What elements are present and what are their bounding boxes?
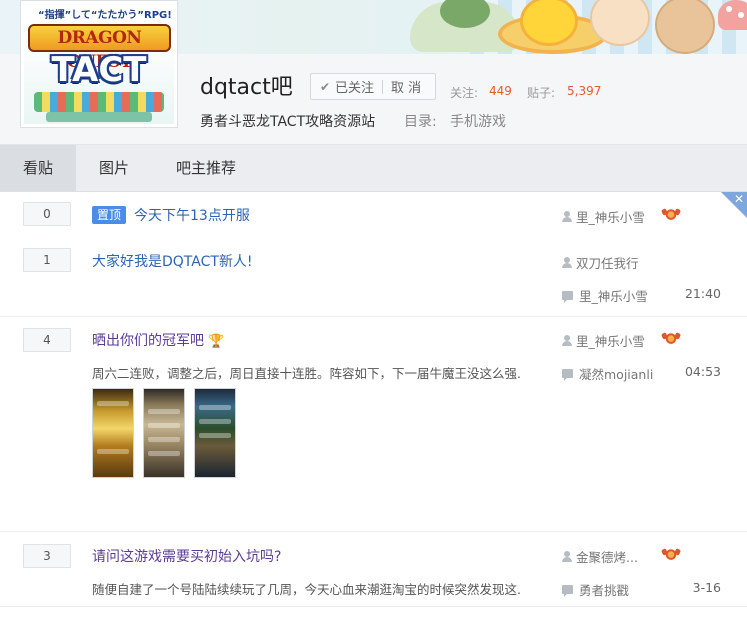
- reply-count: 0: [23, 202, 71, 226]
- last-replier[interactable]: 里_神乐小雪: [562, 286, 648, 305]
- thread-author[interactable]: 金聚德烤...: [562, 547, 638, 566]
- screenshot-thumbnail[interactable]: [92, 388, 134, 478]
- followed-label: 已关注: [335, 81, 375, 96]
- author-name[interactable]: 里_神乐小雪: [576, 207, 645, 226]
- last-reply-time: 21:40: [684, 286, 721, 301]
- forum-logo: “指揮”して“たたかう”RPG! DRAGON QUEST TACT: [24, 4, 174, 124]
- tab-bar: 看贴 图片 吧主推荐: [0, 145, 747, 192]
- thread-list: ✕ 0 置顶 今天下午13点开服 里_神乐小雪 1 大家好我是DQTACT新人! …: [0, 192, 747, 619]
- last-replier[interactable]: 凝然mojianli: [562, 364, 653, 383]
- tab-images[interactable]: 图片: [76, 145, 152, 191]
- medal-icon: [664, 208, 678, 220]
- thread-row: 0 置顶 今天下午13点开服 里_神乐小雪: [0, 192, 747, 238]
- thread-author[interactable]: 里_神乐小雪: [562, 331, 645, 350]
- thread-title[interactable]: 晒出你们的冠军吧 🏆: [92, 330, 224, 350]
- user-icon: [562, 257, 572, 268]
- author-name[interactable]: 金聚德烤...: [576, 547, 638, 566]
- banner-mushroom: [718, 0, 747, 30]
- logo-decoration-base: [46, 112, 152, 122]
- medal-icon: [664, 548, 678, 560]
- directory-label: 目录:: [404, 114, 437, 130]
- user-icon: [562, 211, 572, 222]
- last-replier-name[interactable]: 勇者挑戳: [579, 580, 629, 599]
- author-name[interactable]: 双刀任我行: [576, 253, 639, 272]
- logo-decoration: [34, 92, 164, 112]
- thread-title-text[interactable]: 今天下午13点开服: [134, 208, 250, 224]
- comment-icon: [562, 291, 573, 303]
- tab-moderator-picks[interactable]: 吧主推荐: [160, 145, 252, 191]
- thread-author[interactable]: 双刀任我行: [562, 253, 639, 272]
- thread-title[interactable]: 请问这游戏需要买初始入坑吗?: [92, 546, 281, 566]
- close-icon[interactable]: ✕: [734, 192, 744, 206]
- pinned-badge: 置顶: [92, 206, 127, 224]
- screenshot-thumbnail[interactable]: [194, 388, 236, 478]
- comment-icon: [562, 369, 573, 381]
- thread-title[interactable]: 大家好我是DQTACT新人!: [92, 251, 253, 271]
- author-name[interactable]: 里_神乐小雪: [576, 331, 645, 350]
- thread-row: 3 请问这游戏需要买初始入坑吗? 随便自建了一个号陆陆续续玩了几周，今天心血来潮…: [0, 531, 747, 619]
- medal-icon: [664, 332, 678, 344]
- followers-count: 449: [489, 84, 512, 98]
- posts-count: 5,397: [567, 84, 602, 98]
- trophy-icon: 🏆: [208, 334, 225, 349]
- user-icon: [562, 335, 572, 346]
- user-icon: [562, 551, 572, 562]
- tab-posts[interactable]: 看贴: [0, 145, 76, 191]
- followers-label: 关注:: [450, 86, 479, 100]
- thumbnail-strip: [92, 388, 242, 478]
- forum-avatar[interactable]: “指揮”して“たたかう”RPG! DRAGON QUEST TACT: [20, 0, 178, 128]
- logo-subtitle: TACT: [51, 50, 147, 90]
- thread-title-text[interactable]: 晒出你们的冠军吧: [92, 333, 204, 349]
- last-replier[interactable]: 勇者挑戳: [562, 580, 629, 599]
- thread-abstract: 周六二连败，调整之后，周日直接十连胜。阵容如下，下一届牛魔王没这么强...: [92, 366, 520, 381]
- thread-author[interactable]: 里_神乐小雪: [562, 207, 645, 226]
- comment-icon: [562, 585, 573, 597]
- thread-title[interactable]: 置顶 今天下午13点开服: [92, 205, 250, 225]
- last-reply-time: 04:53: [684, 364, 721, 379]
- posts-label: 贴子:: [527, 86, 556, 100]
- unfollow-button[interactable]: 取 消: [391, 77, 421, 96]
- follow-button[interactable]: ✔ 已关注 取 消: [310, 73, 436, 100]
- directory-link[interactable]: 手机游戏: [450, 111, 506, 131]
- check-icon: ✔: [319, 79, 331, 94]
- follow-divider: [382, 79, 384, 94]
- reply-count: 3: [23, 544, 71, 568]
- thread-row: 1 大家好我是DQTACT新人! 双刀任我行 里_神乐小雪 21:40: [0, 238, 747, 316]
- forum-slogan: 勇者斗恶龙TACT攻略资源站: [200, 114, 376, 130]
- last-replier-name[interactable]: 凝然mojianli: [579, 364, 653, 383]
- row-divider: [0, 606, 747, 607]
- thread-abstract: 随便自建了一个号陆陆续续玩了几周，今天心血来潮逛淘宝的时候突然发现这...: [92, 582, 520, 597]
- last-replier-name[interactable]: 里_神乐小雪: [579, 286, 648, 305]
- screenshot-thumbnail[interactable]: [143, 388, 185, 478]
- forum-title[interactable]: dqtact吧: [200, 74, 293, 102]
- reply-count: 1: [23, 248, 71, 272]
- last-reply-time: 3-16: [692, 580, 721, 595]
- thread-row: 4 晒出你们的冠军吧 🏆 周六二连败，调整之后，周日直接十连胜。阵容如下，下一届牛…: [0, 316, 747, 531]
- reply-count: 4: [23, 328, 71, 352]
- logo-tagline: “指揮”して“たたかう”RPG!: [38, 10, 172, 21]
